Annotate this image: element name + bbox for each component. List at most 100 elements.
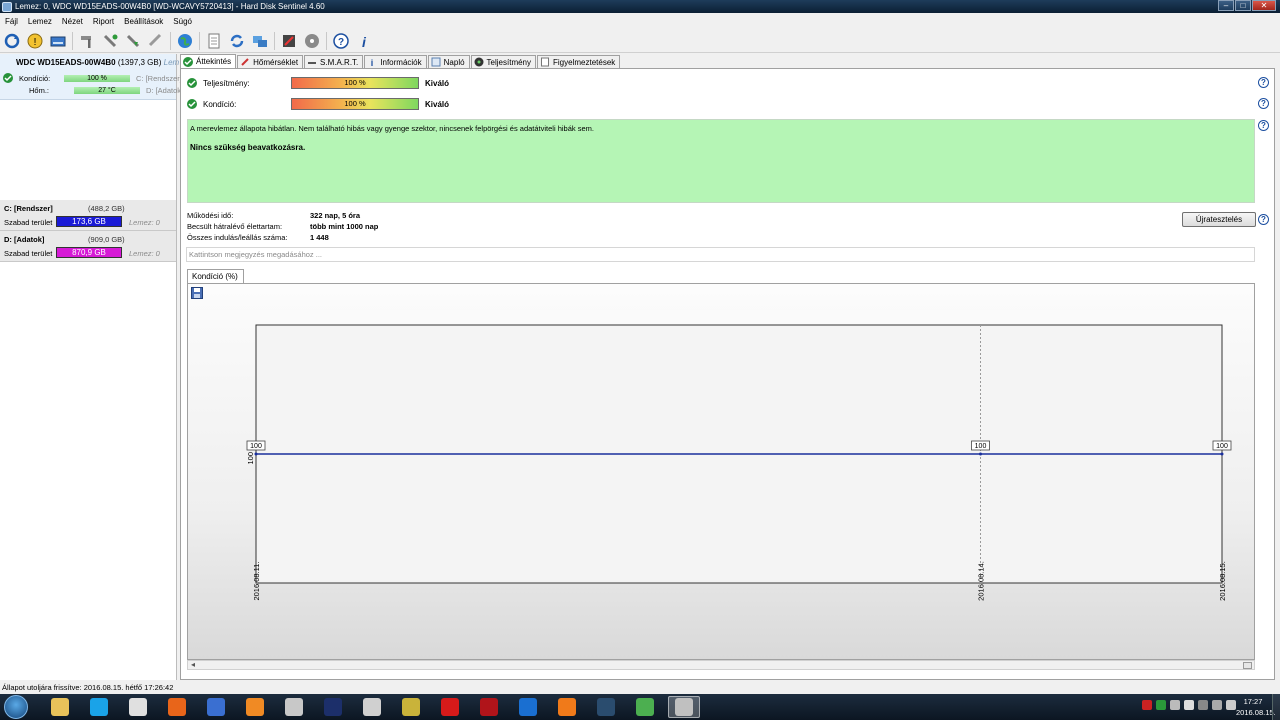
- taskbar-app[interactable]: [551, 696, 583, 718]
- menu-fajl[interactable]: Fájl: [0, 17, 23, 26]
- network-button[interactable]: [250, 31, 270, 51]
- menu-lemez[interactable]: Lemez: [23, 17, 57, 26]
- disk-name: WDC WD15EADS-00W4B0: [16, 58, 116, 67]
- help-button[interactable]: ?: [331, 31, 351, 51]
- disk-extra: Lem: [163, 58, 180, 67]
- help-icon[interactable]: ?: [1258, 214, 1269, 225]
- repair-down-button[interactable]: [123, 31, 143, 51]
- info-button[interactable]: i: [354, 31, 374, 51]
- tray-icon[interactable]: [1142, 700, 1152, 710]
- data-label: 100: [975, 443, 987, 450]
- tab-naplo[interactable]: Napló: [427, 55, 470, 68]
- teljesitmeny-bar: 100 %: [291, 77, 419, 89]
- taskbar-app[interactable]: [83, 696, 115, 718]
- taskbar-app[interactable]: [473, 696, 505, 718]
- clock[interactable]: 17:27 2016.08.15.: [1236, 696, 1276, 718]
- maximize-button[interactable]: □: [1235, 0, 1251, 11]
- steam-icon: [597, 698, 615, 716]
- tab-kondicio-chart[interactable]: Kondíció (%): [187, 269, 244, 283]
- volume-name: D: [Adatok]: [4, 235, 45, 244]
- window-title: Lemez: 0, WDC WD15EADS-00W4B0 [WD-WCAVY5…: [15, 2, 325, 11]
- help-icon[interactable]: ?: [1258, 98, 1269, 109]
- tab-attekintes[interactable]: Áttekintés: [180, 54, 237, 68]
- kondicio-row: Kondíció: 100 % Kiváló: [187, 98, 449, 110]
- taskbar-app[interactable]: [317, 696, 349, 718]
- start-button[interactable]: [4, 695, 28, 719]
- chart-scrollbar[interactable]: ◂: [187, 660, 1255, 670]
- tab-smart[interactable]: S.M.A.R.T.: [304, 55, 364, 68]
- sync-icon: [230, 34, 244, 47]
- taskbar-app[interactable]: [590, 696, 622, 718]
- mpc-icon: [285, 698, 303, 716]
- taskbar-app[interactable]: [44, 696, 76, 718]
- tab-teljesitmeny[interactable]: Teljesítmény: [470, 55, 537, 68]
- close-button[interactable]: ✕: [1252, 0, 1276, 11]
- status-message: A merevlemez állapota hibátlan. Nem talá…: [190, 124, 594, 133]
- scroll-left-arrow[interactable]: ◂: [191, 660, 195, 669]
- clock-date: 2016.08.15.: [1236, 708, 1276, 717]
- note-input[interactable]: Kattintson megjegyzés megadásához ...: [186, 247, 1255, 262]
- tab-figyelmeztetesek[interactable]: Figyelmeztetések: [537, 55, 621, 68]
- show-desktop-button[interactable]: [1272, 694, 1280, 720]
- taskbar-app[interactable]: [434, 696, 466, 718]
- menu-sugo[interactable]: Súgó: [168, 17, 197, 26]
- skype-icon: [90, 698, 108, 716]
- taskbar-app[interactable]: [395, 696, 427, 718]
- volume-free-bar: 870,9 GB: [56, 247, 122, 258]
- taskbar-app[interactable]: [278, 696, 310, 718]
- report-button[interactable]: [204, 31, 224, 51]
- disk-list-panel: WDC WD15EADS-00W4B0 (1397,3 GB) Lem Kond…: [0, 54, 189, 680]
- volume-icon[interactable]: [1212, 700, 1222, 710]
- minimize-button[interactable]: –: [1218, 0, 1234, 11]
- network-icon[interactable]: [1226, 700, 1236, 710]
- help-icon[interactable]: ?: [1258, 120, 1269, 131]
- volume-d[interactable]: D: [Adatok] (909,0 GB) Szabad terület 87…: [0, 231, 176, 262]
- taskbar-app[interactable]: [356, 696, 388, 718]
- web-button[interactable]: [175, 31, 195, 51]
- svg-text:?: ?: [338, 37, 344, 48]
- warning-button[interactable]: !: [25, 31, 45, 51]
- taskbar-app[interactable]: [629, 696, 661, 718]
- tray-icon[interactable]: [1170, 700, 1180, 710]
- menu-nezet[interactable]: Nézet: [57, 17, 88, 26]
- ok-check-icon: [3, 73, 13, 83]
- scroll-thumb[interactable]: [1243, 662, 1252, 669]
- taskbar-app[interactable]: [200, 696, 232, 718]
- repair-button[interactable]: [100, 31, 120, 51]
- hdsentinel-icon: [675, 698, 693, 716]
- tool-button[interactable]: [146, 31, 166, 51]
- taskbar-app[interactable]: [668, 696, 700, 718]
- tray-icon[interactable]: [1198, 700, 1208, 710]
- taskbar-app[interactable]: [122, 696, 154, 718]
- taskbar-app[interactable]: [161, 696, 193, 718]
- drive-button[interactable]: [48, 31, 68, 51]
- wrench-down-icon: [126, 34, 140, 47]
- tasks-button[interactable]: [279, 31, 299, 51]
- volume-c[interactable]: C: [Rendszer] (488,2 GB) Szabad terület …: [0, 200, 176, 231]
- elettartam-label: Becsült hátralévő élettartam:: [187, 222, 283, 231]
- refresh-button[interactable]: [2, 31, 22, 51]
- foobar-icon: [402, 698, 420, 716]
- sync-button[interactable]: [227, 31, 247, 51]
- y-tick-label: 100: [246, 452, 255, 465]
- elettartam-value: több mint 1000 nap: [310, 222, 379, 231]
- tasks-icon: [283, 34, 295, 47]
- tray-icon[interactable]: [1156, 700, 1166, 710]
- menu-riport[interactable]: Riport: [88, 17, 119, 26]
- taskbar-app[interactable]: [239, 696, 271, 718]
- volume-free-label: Szabad terület: [4, 218, 53, 227]
- tab-informaciok[interactable]: i Információk: [364, 55, 427, 68]
- retest-button[interactable]: Újratesztelés: [1182, 212, 1256, 227]
- hammer-icon: [81, 35, 91, 48]
- tool-icon: [148, 33, 162, 46]
- disk-item[interactable]: WDC WD15EADS-00W4B0 (1397,3 GB) Lem Kond…: [0, 54, 189, 100]
- help-icon[interactable]: ?: [1258, 77, 1269, 88]
- tray-icon[interactable]: [1184, 700, 1194, 710]
- kondicio-label: Kondíció:: [19, 73, 51, 83]
- test-button[interactable]: [77, 31, 97, 51]
- disc-button[interactable]: [302, 31, 322, 51]
- taskbar-app[interactable]: [512, 696, 544, 718]
- menu-beallitasok[interactable]: Beállítások: [119, 17, 168, 26]
- tab-homerseklet[interactable]: Hőmérséklet: [237, 55, 304, 68]
- volume-free-bar: 173,6 GB: [56, 216, 122, 227]
